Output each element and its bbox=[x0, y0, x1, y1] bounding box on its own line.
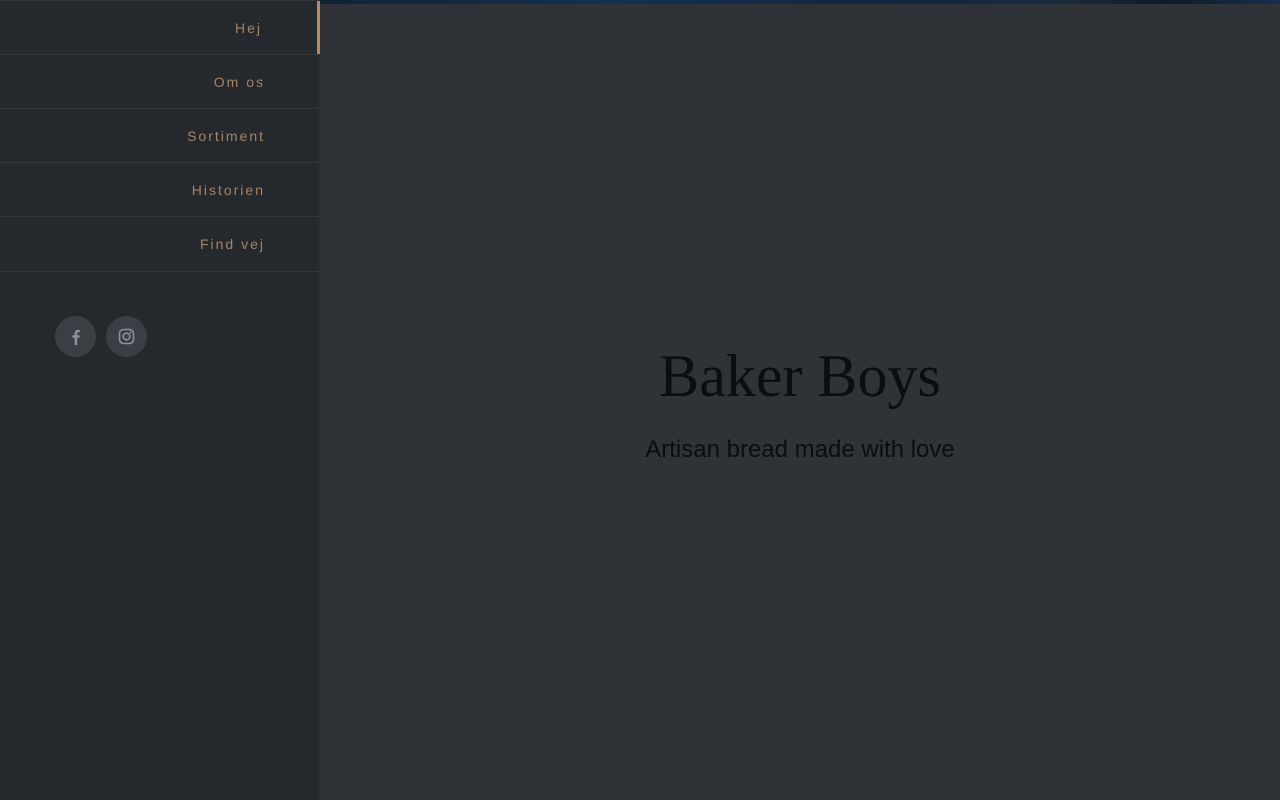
sidebar: Hej Om os Sortiment Historien Find vej bbox=[0, 0, 320, 800]
facebook-icon bbox=[71, 329, 80, 345]
nav-item-label: Hej bbox=[234, 19, 262, 36]
nav-item-label: Om os bbox=[213, 73, 265, 90]
instagram-button[interactable] bbox=[106, 316, 147, 357]
hero-section: Baker Boys Artisan bread made with love bbox=[320, 4, 1280, 800]
hero-subtitle: Artisan bread made with love bbox=[645, 436, 955, 463]
hero-title: Baker Boys bbox=[659, 343, 941, 409]
nav-item-hej[interactable]: Hej bbox=[0, 0, 320, 54]
nav-item-find-vej[interactable]: Find vej bbox=[0, 216, 319, 272]
social-links bbox=[55, 316, 147, 357]
facebook-button[interactable] bbox=[55, 316, 96, 357]
nav-item-label: Historien bbox=[191, 181, 265, 198]
nav-item-label: Find vej bbox=[199, 236, 265, 252]
nav-item-sortiment[interactable]: Sortiment bbox=[0, 108, 319, 162]
nav-item-label: Sortiment bbox=[187, 127, 265, 144]
nav-item-om-os[interactable]: Om os bbox=[0, 54, 319, 108]
main-nav: Hej Om os Sortiment Historien Find vej bbox=[0, 0, 320, 272]
instagram-icon bbox=[118, 328, 135, 345]
nav-item-historien[interactable]: Historien bbox=[0, 162, 319, 216]
